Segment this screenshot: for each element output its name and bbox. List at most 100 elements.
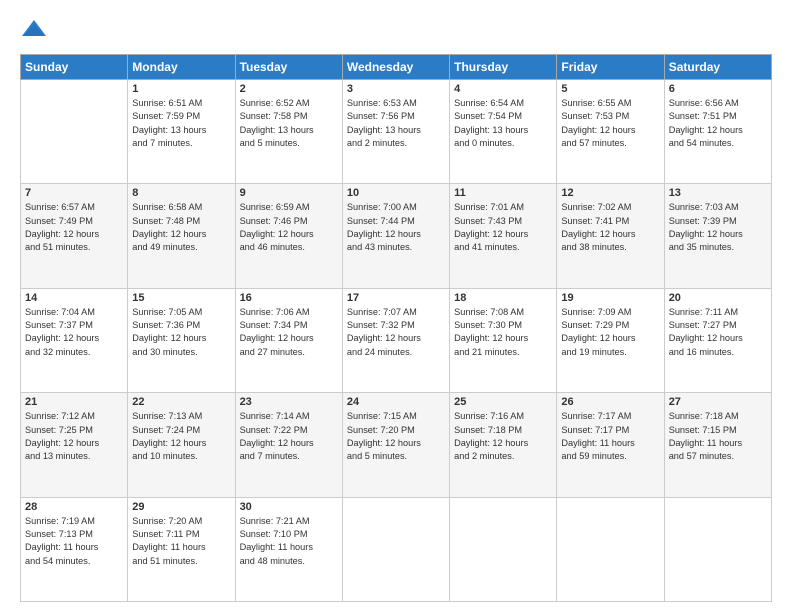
day-info: Sunrise: 6:52 AM Sunset: 7:58 PM Dayligh… (240, 97, 338, 150)
day-number: 28 (25, 501, 123, 513)
day-info: Sunrise: 7:00 AM Sunset: 7:44 PM Dayligh… (347, 201, 445, 254)
calendar-cell: 21 Sunrise: 7:12 AM Sunset: 7:25 PM Dayli… (21, 393, 128, 497)
day-number: 19 (561, 292, 659, 304)
day-info: Sunrise: 7:15 AM Sunset: 7:20 PM Dayligh… (347, 410, 445, 463)
calendar-cell: 18 Sunrise: 7:08 AM Sunset: 7:30 PM Dayli… (450, 288, 557, 392)
calendar-cell: 25Sunrise: 7:16 AM Sunset: 7:18 PM Dayli… (450, 393, 557, 497)
calendar-week-2: 7 Sunrise: 6:57 AM Sunset: 7:49 PM Daylig… (21, 184, 772, 288)
day-info: Sunrise: 7:05 AM Sunset: 7:36 PM Dayligh… (132, 306, 230, 359)
calendar-cell: 8 Sunrise: 6:58 AM Sunset: 7:48 PM Daylig… (128, 184, 235, 288)
day-info: Sunrise: 7:04 AM Sunset: 7:37 PM Dayligh… (25, 306, 123, 359)
day-info: Sunrise: 6:54 AM Sunset: 7:54 PM Dayligh… (454, 97, 552, 150)
calendar-cell: 29Sunrise: 7:20 AM Sunset: 7:11 PM Dayli… (128, 497, 235, 601)
day-header-monday: Monday (128, 55, 235, 80)
calendar-cell: 3 Sunrise: 6:53 AM Sunset: 7:56 PM Daylig… (342, 80, 449, 184)
day-header-saturday: Saturday (664, 55, 771, 80)
day-info: Sunrise: 7:20 AM Sunset: 7:11 PM Dayligh… (132, 515, 230, 568)
calendar-cell: 12 Sunrise: 7:02 AM Sunset: 7:41 PM Dayli… (557, 184, 664, 288)
day-number: 8 (132, 187, 230, 199)
day-info: Sunrise: 7:07 AM Sunset: 7:32 PM Dayligh… (347, 306, 445, 359)
day-info: Sunrise: 7:01 AM Sunset: 7:43 PM Dayligh… (454, 201, 552, 254)
day-number: 12 (561, 187, 659, 199)
day-info: Sunrise: 6:58 AM Sunset: 7:48 PM Dayligh… (132, 201, 230, 254)
calendar-cell: 11 Sunrise: 7:01 AM Sunset: 7:43 PM Dayli… (450, 184, 557, 288)
day-info: Sunrise: 7:18 AM Sunset: 7:15 PM Dayligh… (669, 410, 767, 463)
day-info: Sunrise: 7:06 AM Sunset: 7:34 PM Dayligh… (240, 306, 338, 359)
day-number: 17 (347, 292, 445, 304)
day-info: Sunrise: 7:16 AM Sunset: 7:18 PM Dayligh… (454, 410, 552, 463)
day-info: Sunrise: 6:53 AM Sunset: 7:56 PM Dayligh… (347, 97, 445, 150)
day-number: 1 (132, 83, 230, 95)
calendar-cell (450, 497, 557, 601)
day-info: Sunrise: 7:17 AM Sunset: 7:17 PM Dayligh… (561, 410, 659, 463)
calendar-cell: 9 Sunrise: 6:59 AM Sunset: 7:46 PM Daylig… (235, 184, 342, 288)
calendar-cell: 24 Sunrise: 7:15 AM Sunset: 7:20 PM Dayli… (342, 393, 449, 497)
day-number: 18 (454, 292, 552, 304)
day-info: Sunrise: 7:09 AM Sunset: 7:29 PM Dayligh… (561, 306, 659, 359)
calendar-cell: 6 Sunrise: 6:56 AM Sunset: 7:51 PM Daylig… (664, 80, 771, 184)
calendar-cell: 1 Sunrise: 6:51 AM Sunset: 7:59 PM Daylig… (128, 80, 235, 184)
calendar-cell: 5Sunrise: 6:55 AM Sunset: 7:53 PM Daylig… (557, 80, 664, 184)
day-number: 15 (132, 292, 230, 304)
day-info: Sunrise: 7:11 AM Sunset: 7:27 PM Dayligh… (669, 306, 767, 359)
day-number: 7 (25, 187, 123, 199)
calendar-cell (21, 80, 128, 184)
day-number: 2 (240, 83, 338, 95)
calendar-cell: 28 Sunrise: 7:19 AM Sunset: 7:13 PM Dayli… (21, 497, 128, 601)
logo (20, 16, 52, 44)
day-info: Sunrise: 7:12 AM Sunset: 7:25 PM Dayligh… (25, 410, 123, 463)
calendar-cell: 13 Sunrise: 7:03 AM Sunset: 7:39 PM Dayli… (664, 184, 771, 288)
day-number: 16 (240, 292, 338, 304)
calendar-cell: 10 Sunrise: 7:00 AM Sunset: 7:44 PM Dayli… (342, 184, 449, 288)
day-header-wednesday: Wednesday (342, 55, 449, 80)
calendar-cell: 17 Sunrise: 7:07 AM Sunset: 7:32 PM Dayli… (342, 288, 449, 392)
day-number: 30 (240, 501, 338, 513)
day-number: 13 (669, 187, 767, 199)
day-number: 24 (347, 396, 445, 408)
calendar-week-4: 21 Sunrise: 7:12 AM Sunset: 7:25 PM Dayli… (21, 393, 772, 497)
day-number: 27 (669, 396, 767, 408)
calendar-cell: 19 Sunrise: 7:09 AM Sunset: 7:29 PM Dayli… (557, 288, 664, 392)
calendar-week-1: 1 Sunrise: 6:51 AM Sunset: 7:59 PM Daylig… (21, 80, 772, 184)
calendar-cell: 4 Sunrise: 6:54 AM Sunset: 7:54 PM Daylig… (450, 80, 557, 184)
calendar-cell: 23 Sunrise: 7:14 AM Sunset: 7:22 PM Dayli… (235, 393, 342, 497)
day-info: Sunrise: 6:57 AM Sunset: 7:49 PM Dayligh… (25, 201, 123, 254)
day-header-thursday: Thursday (450, 55, 557, 80)
day-header-friday: Friday (557, 55, 664, 80)
day-number: 5 (561, 83, 659, 95)
day-info: Sunrise: 7:02 AM Sunset: 7:41 PM Dayligh… (561, 201, 659, 254)
day-info: Sunrise: 7:08 AM Sunset: 7:30 PM Dayligh… (454, 306, 552, 359)
day-info: Sunrise: 6:51 AM Sunset: 7:59 PM Dayligh… (132, 97, 230, 150)
day-number: 11 (454, 187, 552, 199)
day-info: Sunrise: 7:14 AM Sunset: 7:22 PM Dayligh… (240, 410, 338, 463)
calendar-header-row: SundayMondayTuesdayWednesdayThursdayFrid… (21, 55, 772, 80)
day-number: 10 (347, 187, 445, 199)
day-info: Sunrise: 6:59 AM Sunset: 7:46 PM Dayligh… (240, 201, 338, 254)
calendar-cell: 27 Sunrise: 7:18 AM Sunset: 7:15 PM Dayli… (664, 393, 771, 497)
calendar-cell: 20 Sunrise: 7:11 AM Sunset: 7:27 PM Dayli… (664, 288, 771, 392)
day-number: 14 (25, 292, 123, 304)
day-number: 26 (561, 396, 659, 408)
day-number: 3 (347, 83, 445, 95)
day-info: Sunrise: 7:13 AM Sunset: 7:24 PM Dayligh… (132, 410, 230, 463)
calendar-week-3: 14 Sunrise: 7:04 AM Sunset: 7:37 PM Dayli… (21, 288, 772, 392)
day-number: 9 (240, 187, 338, 199)
day-number: 4 (454, 83, 552, 95)
calendar-cell: 16 Sunrise: 7:06 AM Sunset: 7:34 PM Dayli… (235, 288, 342, 392)
calendar-table: SundayMondayTuesdayWednesdayThursdayFrid… (20, 54, 772, 602)
day-header-tuesday: Tuesday (235, 55, 342, 80)
calendar-cell: 22 Sunrise: 7:13 AM Sunset: 7:24 PM Dayli… (128, 393, 235, 497)
calendar-cell: 2 Sunrise: 6:52 AM Sunset: 7:58 PM Daylig… (235, 80, 342, 184)
day-number: 20 (669, 292, 767, 304)
calendar-cell: 14 Sunrise: 7:04 AM Sunset: 7:37 PM Dayli… (21, 288, 128, 392)
day-info: Sunrise: 7:03 AM Sunset: 7:39 PM Dayligh… (669, 201, 767, 254)
day-info: Sunrise: 7:21 AM Sunset: 7:10 PM Dayligh… (240, 515, 338, 568)
day-number: 6 (669, 83, 767, 95)
day-info: Sunrise: 7:19 AM Sunset: 7:13 PM Dayligh… (25, 515, 123, 568)
day-number: 23 (240, 396, 338, 408)
day-number: 21 (25, 396, 123, 408)
day-info: Sunrise: 6:56 AM Sunset: 7:51 PM Dayligh… (669, 97, 767, 150)
day-number: 22 (132, 396, 230, 408)
day-header-sunday: Sunday (21, 55, 128, 80)
logo-icon (20, 16, 48, 44)
